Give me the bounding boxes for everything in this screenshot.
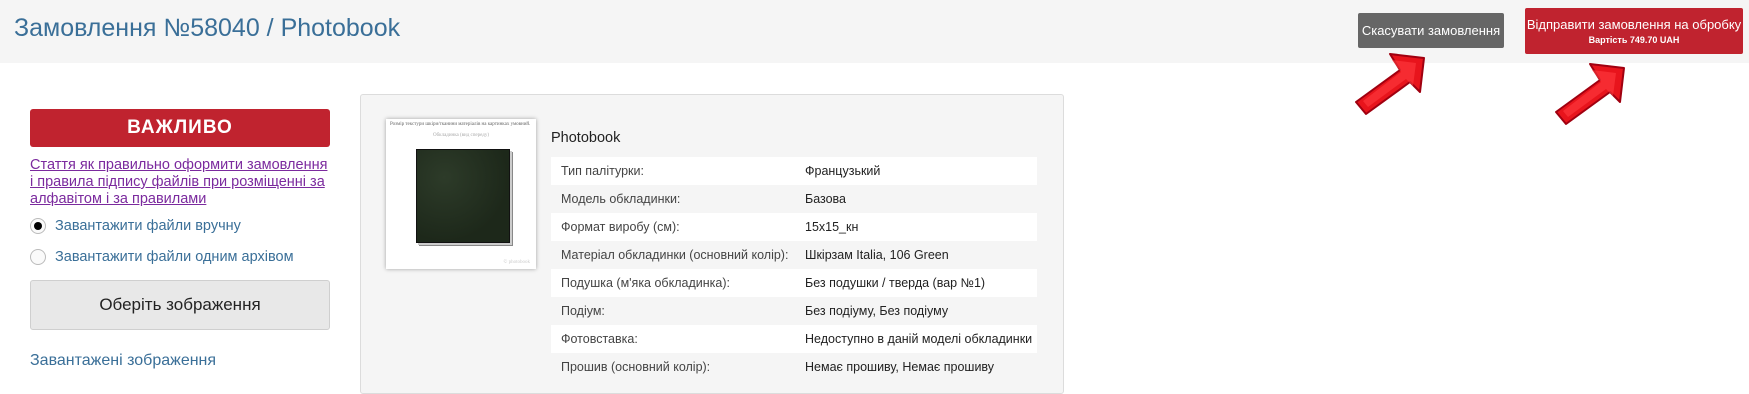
book-cover-image: [416, 149, 510, 243]
spec-value: Французький: [805, 164, 881, 178]
order-price: Вартість 749.70 UAH: [1588, 35, 1680, 45]
spec-row: Тип палітурки: Французький: [551, 157, 1037, 185]
spec-label: Прошив (основний колір):: [561, 360, 711, 374]
spec-table: Тип палітурки: Французький Модель обклад…: [551, 157, 1037, 381]
product-name: Photobook: [551, 130, 621, 146]
spec-value: Недоступно в даній моделі обкладинки: [805, 332, 1033, 346]
choose-images-button[interactable]: Оберіть зображення: [30, 280, 330, 330]
spec-label: Подушка (м'яка обкладинка):: [561, 276, 730, 290]
spec-value: Без подушки / тверда (вар №1): [805, 276, 986, 290]
spec-row: Фотовставка: Недоступно в даній моделі о…: [551, 325, 1037, 353]
product-thumbnail: Розмір текстури шкіри/тканини матеріалів…: [386, 119, 536, 269]
spec-row: Матеріал обкладинки (основний колір): Шк…: [551, 241, 1037, 269]
spec-row: Подіум: Без подіуму, Без подіуму: [551, 297, 1037, 325]
spec-value: 15x15_кн: [805, 220, 859, 234]
header-bar: Замовлення №58040 / Photobook Скасувати …: [0, 0, 1749, 63]
spec-row: Прошив (основний колір): Немає прошиву, …: [551, 353, 1037, 381]
spec-row: Подушка (м'яка обкладинка): Без подушки …: [551, 269, 1037, 297]
cancel-order-button[interactable]: Скасувати замовлення: [1358, 13, 1504, 48]
spec-label: Модель обкладинки:: [561, 192, 681, 206]
radio-checked-icon[interactable]: [30, 218, 46, 234]
spec-value: Базова: [805, 192, 847, 206]
radio-upload-archive[interactable]: Завантажити файли одним архівом: [30, 249, 294, 265]
article-link[interactable]: Стаття як правильно оформити замовлення …: [30, 157, 330, 208]
page-title: Замовлення №58040 / Photobook: [14, 14, 401, 42]
submit-order-button[interactable]: Відправити замовлення на обробку Вартіст…: [1525, 8, 1743, 54]
thumbnail-cover-label: Обкладинка (вид спереду): [433, 133, 489, 138]
important-banner: ВАЖЛИВО: [30, 109, 330, 147]
thumbnail-note: Розмір текстури шкіри/тканини матеріалів…: [390, 122, 531, 127]
submit-order-label: Відправити замовлення на обробку: [1526, 17, 1742, 32]
radio-unchecked-icon[interactable]: [30, 249, 46, 265]
spec-value: Шкірзам Italia, 106 Green: [805, 248, 949, 262]
spec-label: Тип палітурки:: [561, 164, 644, 178]
spec-label: Подіум:: [561, 304, 605, 318]
spec-row: Формат виробу (см): 15x15_кн: [551, 213, 1037, 241]
arrow-annotation-icon: [1355, 53, 1425, 115]
uploaded-images-link[interactable]: Завантажені зображення: [30, 352, 216, 370]
spec-label: Фотовставка:: [561, 332, 638, 346]
spec-value: Без подіуму, Без подіуму: [805, 304, 949, 318]
radio-upload-manual[interactable]: Завантажити файли вручну: [30, 218, 241, 234]
radio-upload-archive-label: Завантажити файли одним архівом: [55, 249, 294, 265]
radio-upload-manual-label: Завантажити файли вручну: [55, 218, 241, 234]
spec-row: Модель обкладинки: Базова: [551, 185, 1037, 213]
spec-label: Формат виробу (см):: [561, 220, 680, 234]
arrow-annotation-icon: [1555, 63, 1625, 125]
thumbnail-watermark: © photobook: [503, 260, 530, 265]
spec-value: Немає прошиву, Немає прошиву: [805, 360, 995, 374]
spec-label: Матеріал обкладинки (основний колір):: [561, 248, 789, 262]
